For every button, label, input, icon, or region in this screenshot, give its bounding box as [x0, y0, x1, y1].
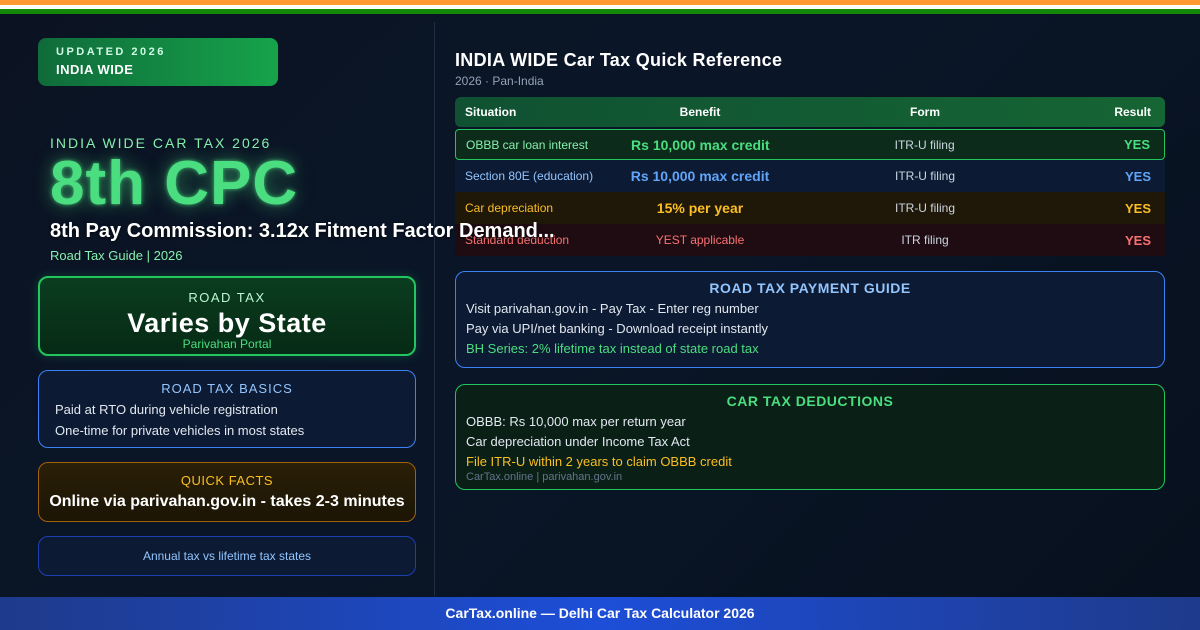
table-row: Section 80E (education) Rs 10,000 max cr… — [455, 160, 1165, 192]
table-row: Standard deduction YEST applicable ITR f… — [455, 224, 1165, 256]
payment-guide-line: Visit parivahan.gov.in - Pay Tax - Enter… — [466, 301, 759, 316]
cell-situation: Section 80E (education) — [465, 169, 594, 183]
badge-line-1: UPDATED 2026 — [56, 46, 166, 58]
annual-vs-lifetime-text: Annual tax vs lifetime tax states — [142, 549, 312, 563]
payment-guide-line: Pay via UPI/net banking - Download recei… — [466, 321, 769, 336]
header-result: Result — [1114, 105, 1151, 119]
quick-facts-label: QUICK FACTS — [180, 473, 274, 488]
column-divider — [434, 22, 435, 596]
deductions-line: Car depreciation under Income Tax Act — [466, 434, 690, 449]
cell-form: ITR-U filing — [894, 137, 955, 152]
cell-situation: Car depreciation — [465, 201, 554, 215]
cell-benefit: 15% per year — [656, 200, 744, 216]
cell-benefit: YEST applicable — [655, 233, 745, 247]
footer-banner: CarTax.online — Delhi Car Tax Calculator… — [0, 597, 1200, 630]
road-tax-value: Varies by State — [127, 308, 327, 338]
reference-table: Situation Benefit Form Result OBBB car l… — [455, 97, 1165, 256]
header-form: Form — [910, 105, 940, 119]
cell-benefit: Rs 10,000 max credit — [631, 136, 770, 153]
annual-vs-lifetime-card: Annual tax vs lifetime tax states — [38, 536, 416, 576]
cell-benefit: Rs 10,000 max credit — [630, 168, 770, 184]
cell-form: ITR filing — [901, 233, 949, 247]
flag-green-band — [0, 9, 1200, 14]
table-header: Situation Benefit Form Result — [455, 97, 1165, 127]
deductions-panel: CAR TAX DEDUCTIONS OBBB: Rs 10,000 max p… — [455, 384, 1165, 490]
table-row: OBBB car loan interest Rs 10,000 max cre… — [455, 129, 1165, 160]
deductions-line: OBBB: Rs 10,000 max per return year — [466, 414, 686, 429]
road-tax-label: ROAD TAX — [188, 290, 266, 305]
cell-result: YES — [1124, 200, 1151, 216]
road-tax-card: ROAD TAX Varies by State Parivahan Porta… — [38, 276, 416, 356]
updated-badge: UPDATED 2026 INDIA WIDE — [38, 38, 278, 86]
reference-title: INDIA WIDE Car Tax Quick Reference — [455, 50, 783, 70]
india-flag-stripe — [0, 0, 1200, 14]
deductions-line: File ITR-U within 2 years to claim OBBB … — [466, 454, 732, 469]
badge-line-2: INDIA WIDE — [56, 62, 134, 77]
header-situation: Situation — [465, 105, 517, 119]
header-benefit: Benefit — [679, 105, 721, 119]
basics-item: One-time for private vehicles in most st… — [55, 423, 305, 438]
road-tax-sub: Parivahan Portal — [182, 337, 272, 351]
quick-facts-value: Online via parivahan.gov.in - takes 2-3 … — [49, 493, 405, 510]
basics-item: Paid at RTO during vehicle registration — [55, 402, 278, 417]
hero-headline: 8th Pay Commission: 3.12x Fitment Factor… — [50, 220, 555, 242]
payment-guide-title: ROAD TAX PAYMENT GUIDE — [709, 280, 911, 296]
hero-title: 8th CPC — [50, 149, 299, 218]
road-tax-basics-card: ROAD TAX BASICS Paid at RTO during vehic… — [38, 370, 416, 448]
quick-facts-card: QUICK FACTS Online via parivahan.gov.in … — [38, 462, 416, 522]
reference-subtitle: 2026 · Pan-India — [455, 74, 544, 88]
cell-form: ITR-U filing — [894, 201, 955, 215]
cell-situation: OBBB car loan interest — [466, 137, 589, 152]
cell-result: YES — [1124, 232, 1151, 248]
basics-label: ROAD TAX BASICS — [161, 381, 293, 396]
deductions-footnote: CarTax.online | parivahan.gov.in — [466, 471, 623, 483]
hero-subline: Road Tax Guide | 2026 — [50, 248, 183, 263]
cell-form: ITR-U filing — [894, 169, 955, 183]
cell-result: YES — [1123, 137, 1150, 152]
deductions-title: CAR TAX DEDUCTIONS — [726, 393, 894, 409]
footer-text: CarTax.online — Delhi Car Tax Calculator… — [445, 605, 755, 621]
payment-guide-line: BH Series: 2% lifetime tax instead of st… — [466, 341, 759, 356]
table-row: Car depreciation 15% per year ITR-U fili… — [455, 192, 1165, 224]
payment-guide-panel: ROAD TAX PAYMENT GUIDE Visit parivahan.g… — [455, 271, 1165, 368]
cell-result: YES — [1124, 168, 1151, 184]
